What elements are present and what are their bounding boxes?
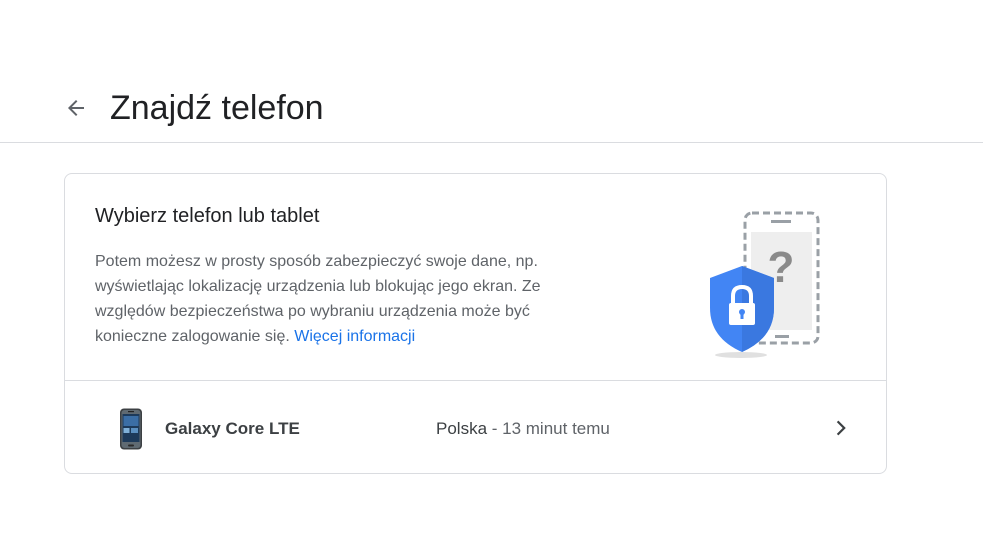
card-intro: Wybierz telefon lub tablet Potem możesz … [65, 174, 886, 381]
arrow-back-icon [68, 100, 84, 116]
device-status: Polska - 13 minut temu [436, 418, 610, 440]
status-separator: - [487, 419, 503, 438]
card-description: Potem możesz w prosty sposób zabezpieczy… [95, 249, 605, 349]
page-header: Znajdź telefon [0, 0, 983, 143]
card-heading: Wybierz telefon lub tablet [95, 205, 320, 227]
smartphone-icon [120, 408, 142, 450]
device-location: Polska [436, 419, 488, 438]
device-row[interactable]: Galaxy Core LTE Polska - 13 minut temu [65, 380, 886, 473]
device-selection-card: Wybierz telefon lub tablet Potem możesz … [64, 173, 887, 474]
device-name: Galaxy Core LTE [165, 419, 300, 438]
chevron-right-glyph [836, 420, 846, 436]
chevron-right-icon[interactable] [827, 414, 855, 442]
back-button[interactable] [56, 88, 96, 128]
more-info-link[interactable]: Więcej informacji [294, 328, 415, 345]
device-last-seen: 13 minut temu [502, 419, 610, 438]
phone-shield-lock-icon: ? [710, 211, 820, 358]
page-title: Znajdź telefon [110, 89, 324, 127]
